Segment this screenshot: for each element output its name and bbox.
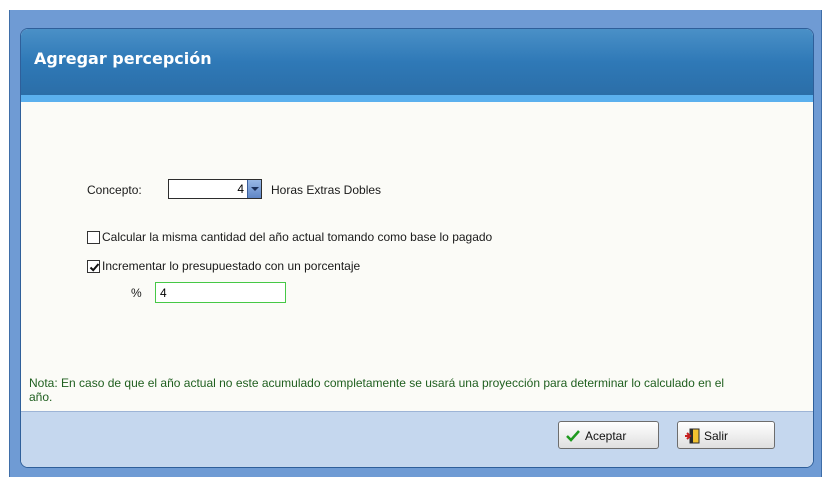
checkmark-icon [565,428,581,447]
concepto-value[interactable]: 4 [237,182,244,196]
agregar-percepcion-dialog: Agregar percepción Concepto: 4 Horas Ext… [20,28,814,468]
percent-input[interactable] [155,282,286,303]
concepto-description: Horas Extras Dobles [271,183,382,197]
dialog-title: Agregar percepción [34,49,212,68]
percent-label: % [131,286,142,300]
top-edge [0,0,822,10]
salir-label: Salir [704,429,729,443]
aceptar-button[interactable]: Aceptar [558,421,659,449]
chevron-down-icon[interactable] [247,180,261,198]
salir-button[interactable]: Salir [677,421,775,449]
note-text: Nota: En caso de que el año actual no es… [29,376,725,404]
incrementar-porcentaje-label[interactable]: Incrementar lo presupuestado con un porc… [102,259,360,273]
checkmark-icon [89,263,100,272]
calcular-misma-cantidad-label[interactable]: Calcular la misma cantidad del año actua… [102,230,492,244]
concepto-label: Concepto: [87,183,142,197]
aceptar-label: Aceptar [585,429,627,443]
calcular-misma-cantidad-checkbox[interactable] [87,231,100,244]
concepto-combo[interactable]: 4 [168,179,262,199]
dialog-footer: Aceptar Salir [21,411,813,467]
exit-door-icon [684,428,702,447]
title-bar: Agregar percepción [21,29,813,102]
incrementar-porcentaje-checkbox[interactable] [87,260,100,273]
